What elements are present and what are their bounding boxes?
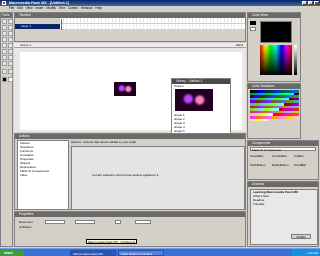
transform-tool-icon[interactable]	[2, 49, 7, 54]
component-item[interactable]: PushButton	[250, 163, 266, 167]
taskbar: start Macromedia Flash MX Flash Shapes G…	[0, 248, 320, 256]
frame-rate-field[interactable]	[135, 220, 151, 224]
document-name: Untitled-1	[19, 225, 32, 229]
flash-app-icon	[2, 1, 6, 5]
fill-color-icon[interactable]	[7, 77, 13, 82]
taskbar-button-flash[interactable]: Macromedia Flash MX	[70, 250, 116, 256]
tools-panel: Tools	[0, 12, 13, 247]
hand-tool-icon[interactable]	[2, 69, 7, 74]
component-item[interactable]: ComboBox	[272, 154, 287, 158]
component-item[interactable]: ListBox	[294, 154, 304, 158]
properties-title: Properties	[15, 212, 245, 217]
swatch-grid[interactable]	[250, 90, 300, 138]
color-swatch[interactable]	[296, 115, 300, 119]
color-mixer-panel: Color Mixer	[247, 12, 301, 82]
taskbar-button-label: Flash Shapes Graphics...	[121, 252, 155, 256]
components-title: Components	[248, 141, 318, 146]
arrow-tool-icon[interactable]	[2, 19, 7, 24]
components-panel: Components Flash UI Components CheckBox …	[247, 140, 319, 180]
menu-file[interactable]: File	[9, 6, 14, 11]
menu-insert[interactable]: Insert	[36, 6, 44, 11]
oval-tool-icon[interactable]	[2, 37, 7, 42]
playhead[interactable]	[61, 19, 62, 30]
minimize-button[interactable]	[302, 1, 307, 5]
eyedropper-tool-icon[interactable]	[2, 61, 7, 66]
rectangle-tool-icon[interactable]	[7, 37, 13, 42]
close-button[interactable]	[314, 1, 319, 5]
window-title: Macromedia Flash MX - [Untitled-1]	[9, 1, 69, 5]
library-preview	[175, 89, 213, 111]
timeline-title: Timeline	[15, 13, 245, 18]
pencil-tool-icon[interactable]	[2, 43, 7, 48]
menu-window[interactable]: Window	[81, 6, 92, 11]
component-item[interactable]: ScrollBar	[294, 163, 306, 167]
color-preview	[260, 21, 292, 43]
actions-title: Actions	[15, 134, 245, 139]
update-button[interactable]: Update	[291, 234, 311, 239]
toolbox-category[interactable]: Index	[18, 173, 68, 177]
size-button[interactable]	[45, 220, 65, 224]
answers-link[interactable]: Tutorials	[251, 202, 317, 206]
fill-transform-tool-icon[interactable]	[7, 49, 13, 54]
layer-frames[interactable]	[60, 24, 245, 29]
color-swatches-title: Color Swatches	[248, 84, 300, 89]
zoom-tool-icon[interactable]	[7, 69, 13, 74]
menu-help[interactable]: Help	[95, 6, 102, 11]
components-dropdown[interactable]: Flash UI Components	[250, 147, 316, 152]
ink-bottle-tool-icon[interactable]	[2, 55, 7, 60]
stroke-color-icon[interactable]	[2, 77, 7, 82]
actions-panel: Actions Actions Operators Functions Cons…	[14, 133, 246, 210]
taskbar-tooltip: Macromedia Flash MX - [Untitled-1]	[86, 239, 138, 244]
brush-tool-icon[interactable]	[7, 43, 13, 48]
library-count: 5 items	[174, 83, 184, 88]
stage-image[interactable]	[114, 82, 136, 96]
maximize-button[interactable]	[308, 1, 313, 5]
tools-title: Tools	[1, 13, 12, 18]
menu-control[interactable]: Control	[68, 6, 78, 11]
menu-view[interactable]: View	[26, 6, 33, 11]
menu-edit[interactable]: Edit	[17, 6, 23, 11]
layer-name: Layer 1	[21, 24, 32, 28]
background-color-swatch[interactable]	[115, 220, 121, 224]
component-item[interactable]: CheckBox	[250, 154, 264, 158]
color-spectrum[interactable]	[260, 45, 292, 75]
pen-tool-icon[interactable]	[2, 31, 7, 36]
frame-ruler[interactable]	[60, 18, 245, 23]
layer-row[interactable]: Layer 1	[15, 24, 60, 29]
stroke-swatch[interactable]	[250, 21, 256, 25]
eraser-tool-icon[interactable]	[7, 61, 13, 66]
color-swatch[interactable]	[265, 118, 269, 122]
clock: 1:22 AM	[306, 251, 318, 255]
text-tool-icon[interactable]	[7, 31, 13, 36]
start-button[interactable]: start	[0, 249, 24, 256]
menu-text[interactable]: Text	[59, 6, 65, 11]
component-item[interactable]: RadioButton	[272, 163, 289, 167]
color-mixer-title: Color Mixer	[248, 13, 300, 18]
script-pane[interactable]: Current selection cannot have actions ap…	[71, 146, 245, 210]
paint-bucket-tool-icon[interactable]	[7, 55, 13, 60]
taskbar-button-browser[interactable]: Flash Shapes Graphics...	[118, 250, 164, 256]
actions-message: Current selection cannot have actions ap…	[92, 173, 160, 177]
answers-content: Learning Macromedia Flash MX What's New …	[250, 189, 318, 245]
brightness-slider[interactable]	[294, 45, 297, 75]
subselect-tool-icon[interactable]	[7, 19, 13, 24]
start-label: start	[4, 250, 13, 255]
system-tray: 1:22 AM	[292, 249, 320, 256]
answers-title: Answers	[248, 182, 318, 187]
actions-toolbox: Actions Operators Functions Constants Pr…	[17, 140, 69, 210]
taskbar-button-label: Macromedia Flash MX	[73, 252, 104, 256]
document-label: Document	[19, 220, 33, 224]
lasso-tool-icon[interactable]	[7, 25, 13, 30]
timeline-panel: Timeline Layer 1	[14, 12, 246, 42]
publish-button[interactable]	[75, 220, 95, 224]
scene-name[interactable]: Scene 1	[20, 43, 31, 47]
color-swatches-panel: Color Swatches	[247, 83, 301, 139]
fill-swatch[interactable]	[250, 27, 256, 31]
menu-bar: File Edit View Insert Modify Text Contro…	[0, 6, 320, 11]
actions-hint: Actions - Actions that can be added to y…	[71, 140, 137, 144]
answers-panel: Answers Learning Macromedia Flash MX Wha…	[247, 181, 319, 247]
line-tool-icon[interactable]	[2, 25, 7, 30]
menu-modify[interactable]: Modify	[46, 6, 55, 11]
